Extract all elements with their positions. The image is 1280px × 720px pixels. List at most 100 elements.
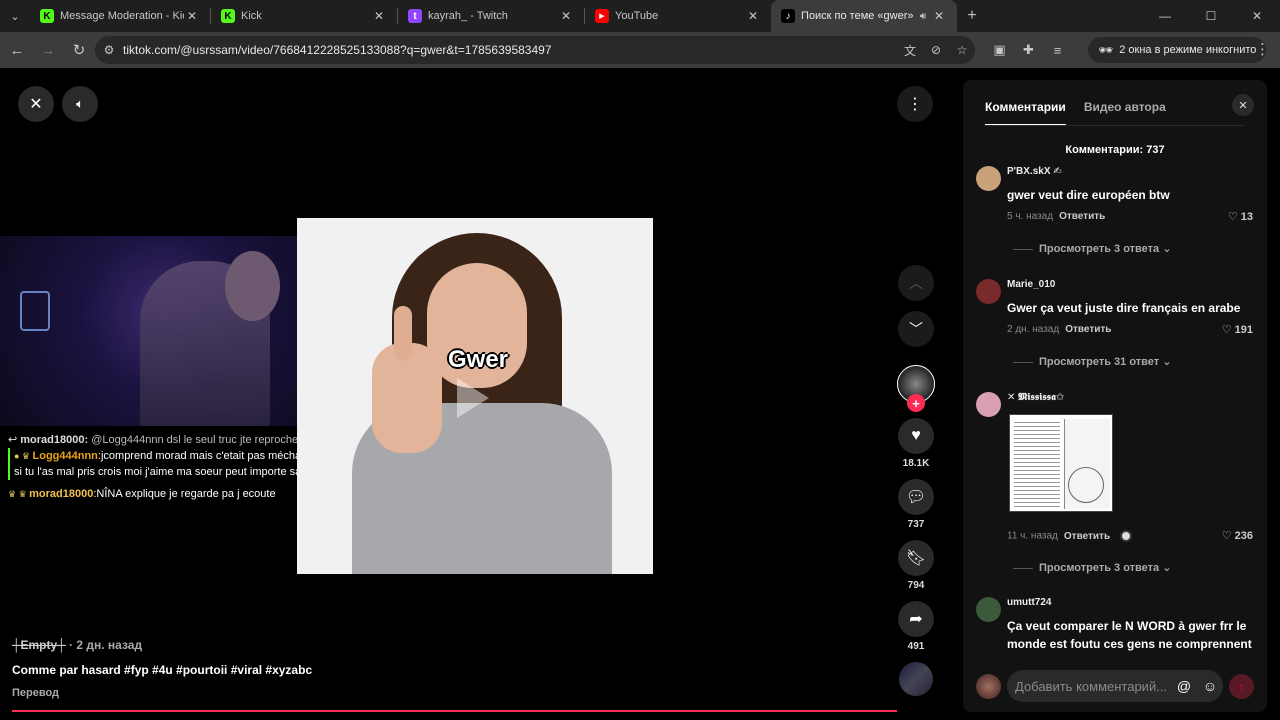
reply-button[interactable]: Ответить	[1065, 324, 1111, 335]
meme-text-panel	[1014, 419, 1060, 509]
tab-tiktok-search[interactable]: ♪ Поиск по теме «gwer» в T 🔊︎ ✕	[771, 0, 957, 32]
heart-outline-icon: ♡	[1221, 324, 1232, 336]
site-info-icon[interactable]: ⚙	[95, 43, 123, 57]
emoji-icon[interactable]: ☺	[1197, 678, 1223, 694]
bookmark-icon[interactable]: 🔖︎	[898, 540, 934, 576]
save-action[interactable]: 🔖︎ 794	[895, 540, 937, 591]
tab-youtube[interactable]: ▶ YouTube ✕	[585, 0, 771, 32]
reply-button[interactable]: Ответить	[1064, 531, 1110, 542]
media-controls-icon[interactable]: ≡	[1043, 43, 1072, 58]
mention-at-icon[interactable]: @	[1171, 678, 1197, 694]
send-comment-button[interactable]: ↑	[1229, 674, 1254, 699]
close-panel-icon[interactable]: ✕	[1232, 94, 1254, 116]
comment-like-button[interactable]: ♡ 236	[1222, 529, 1253, 542]
maximize-button[interactable]: ☐	[1188, 0, 1234, 32]
next-video-button[interactable]: ﹀	[898, 311, 934, 347]
forward-button[interactable]: →	[34, 36, 62, 64]
extensions-area: ▣ ✚ ≡	[985, 36, 1072, 64]
close-tab-icon[interactable]: ✕	[371, 9, 387, 23]
comment-item: Marie_010 Gwer ça veut juste dire frança…	[976, 279, 1261, 379]
heart-icon[interactable]: ♥	[898, 418, 934, 454]
minimize-button[interactable]: —	[1142, 0, 1188, 32]
more-options-icon[interactable]: ⋮	[897, 86, 933, 122]
comment-input[interactable]: Добавить комментарий... @ ☺	[1007, 670, 1223, 702]
browser-menu-icon[interactable]: ⋮	[1255, 40, 1270, 58]
commenter-avatar[interactable]	[976, 597, 1001, 622]
tabs-divider	[985, 125, 1245, 126]
video-progress-bar[interactable]	[12, 710, 897, 712]
video-info: ┼Empty┼ · 2 дн. назад Comme par hasard #…	[12, 638, 612, 699]
incognito-icon: 🕶︎	[1098, 43, 1114, 57]
comment-like-button[interactable]: ♡ 191	[1222, 323, 1253, 336]
commenter-name[interactable]: ✕ 𝕸𝖎𝖘𝖘𝖎𝖘𝖘𝖆✩	[1007, 392, 1064, 403]
tab-strip: ⌄ K Message Moderation - Kick Da ✕ K Kic…	[0, 0, 1280, 32]
close-tab-icon[interactable]: ✕	[558, 9, 574, 23]
neon-sign-decor	[20, 291, 50, 331]
translate-icon[interactable]: 文	[897, 42, 923, 59]
tab-twitch[interactable]: t kayrah_ - Twitch ✕	[398, 0, 584, 32]
commenter-name[interactable]: Marie_010	[1007, 279, 1055, 290]
puzzle-extensions-icon[interactable]: ✚	[1014, 42, 1043, 58]
commenter-avatar[interactable]	[976, 279, 1001, 304]
tab-comments[interactable]: Комментарии	[985, 100, 1066, 126]
tiktok-icon: ♪	[781, 9, 795, 23]
comment-bubble-icon[interactable]: 💬︎	[898, 479, 934, 515]
close-tab-icon[interactable]: ✕	[184, 9, 200, 23]
commenter-name[interactable]: P'BX.skX ✍	[1007, 166, 1062, 177]
tab-author-videos[interactable]: Видео автора	[1084, 100, 1166, 126]
close-video-button[interactable]: ✕	[18, 86, 54, 122]
address-bar[interactable]: ⚙ tiktok.com/@usrssam/video/766841222852…	[95, 36, 975, 64]
comment-composer: Добавить комментарий... @ ☺ ↑	[976, 670, 1261, 702]
streamer-head	[225, 251, 280, 321]
play-icon[interactable]	[457, 378, 489, 418]
comment-image[interactable]	[1009, 414, 1113, 512]
tab-kick[interactable]: K Kick ✕	[211, 0, 397, 32]
commenter-name[interactable]: umutt724	[1007, 597, 1051, 608]
kick-icon: K	[221, 9, 235, 23]
commenter-avatar[interactable]	[976, 392, 1001, 417]
previous-video-button[interactable]: ︿	[898, 265, 934, 301]
comment-like-button[interactable]: ♡ 13	[1228, 210, 1253, 223]
reply-arrow-icon: ↩	[8, 434, 21, 446]
share-arrow-icon[interactable]: ➦	[898, 601, 934, 637]
video-description[interactable]: Comme par hasard #fyp #4u #pourtoii #vir…	[12, 663, 612, 677]
translate-link[interactable]: Перевод	[12, 687, 612, 699]
new-tab-button[interactable]: +	[957, 7, 987, 25]
kick-icon: K	[40, 9, 54, 23]
heart-outline-icon: ♡	[1227, 211, 1238, 223]
like-action[interactable]: ♥ 18.1K	[895, 418, 937, 469]
close-window-button[interactable]: ✕	[1234, 0, 1280, 32]
follow-plus-icon[interactable]: +	[907, 394, 925, 412]
close-tab-icon[interactable]: ✕	[931, 9, 947, 23]
incognito-windows-badge[interactable]: 🕶︎ 2 окна в режиме инкогнито	[1088, 37, 1267, 63]
url-text[interactable]: tiktok.com/@usrssam/video/76684122285251…	[123, 43, 897, 57]
share-action[interactable]: ➦ 491	[895, 601, 937, 652]
close-tab-icon[interactable]: ✕	[745, 9, 761, 23]
music-disc-icon[interactable]	[899, 662, 933, 696]
tab-message-moderation[interactable]: K Message Moderation - Kick Da ✕	[30, 0, 210, 32]
meme-face	[1068, 467, 1104, 503]
comment-action[interactable]: 💬︎ 737	[895, 479, 937, 530]
author-name[interactable]: ┼Empty┼	[12, 638, 66, 652]
bookmark-star-icon[interactable]: ☆	[949, 43, 975, 57]
comment-meta: 11 ч. назад Ответить	[1007, 530, 1133, 542]
panel-tabs: Комментарии Видео автора	[985, 100, 1184, 126]
commenter-avatar[interactable]	[976, 166, 1001, 191]
audio-playing-icon[interactable]: 🔊︎	[915, 11, 931, 22]
comment-placeholder[interactable]: Добавить комментарий...	[1015, 679, 1171, 694]
view-replies-button[interactable]: Просмотреть 31 ответ ⌄	[1013, 355, 1171, 368]
tab-search-button[interactable]: ⌄	[0, 0, 30, 32]
youtube-icon: ▶	[595, 9, 609, 23]
reply-button[interactable]: Ответить	[1059, 211, 1105, 222]
video-player: ✕ 🔈︎ ⋮ ↩ morad18000: @Logg444nnn dsl le …	[0, 68, 960, 720]
chat-badges-icon: ♛ ♛	[8, 489, 30, 499]
volume-button[interactable]: 🔈︎	[62, 86, 98, 122]
video-frame[interactable]: Gwer	[297, 218, 653, 574]
view-replies-button[interactable]: Просмотреть 3 ответа ⌄	[1013, 242, 1171, 255]
back-button[interactable]: ←	[3, 36, 31, 64]
extension-icon[interactable]: ▣	[985, 42, 1014, 58]
view-replies-button[interactable]: Просмотреть 3 ответа ⌄	[1013, 561, 1171, 574]
comments-panel: Комментарии Видео автора ✕ Комментарии: …	[963, 80, 1267, 712]
reload-button[interactable]: ↻	[65, 36, 93, 64]
tracking-protection-icon[interactable]: ⊘	[923, 43, 949, 57]
